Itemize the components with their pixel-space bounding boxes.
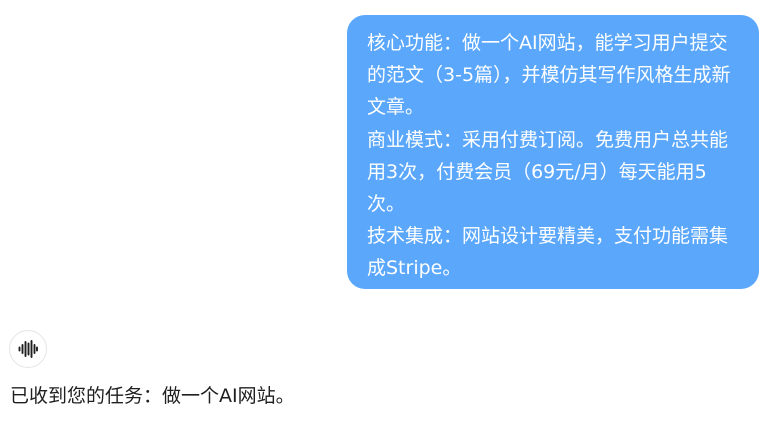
user-message-paragraph: 技术集成：网站设计要精美，支付功能需集成Stripe。 [367,225,729,280]
assistant-avatar [9,330,47,368]
user-message-paragraph: 核心功能：做一个AI网站，能学习用户提交的范文（3-5篇），并模仿其写作风格生成… [367,32,731,119]
chat-thread: 核心功能：做一个AI网站，能学习用户提交的范文（3-5篇），并模仿其写作风格生成… [0,0,772,433]
assistant-message-text: 已收到您的任务：做一个AI网站。 [10,385,295,407]
waveform-icon [18,340,38,358]
user-message-bubble: 核心功能：做一个AI网站，能学习用户提交的范文（3-5篇），并模仿其写作风格生成… [347,15,759,289]
user-message-paragraph: 商业模式：采用付费订阅。免费用户总共能用3次，付费会员（69元/月）每天能用5次… [367,128,729,216]
